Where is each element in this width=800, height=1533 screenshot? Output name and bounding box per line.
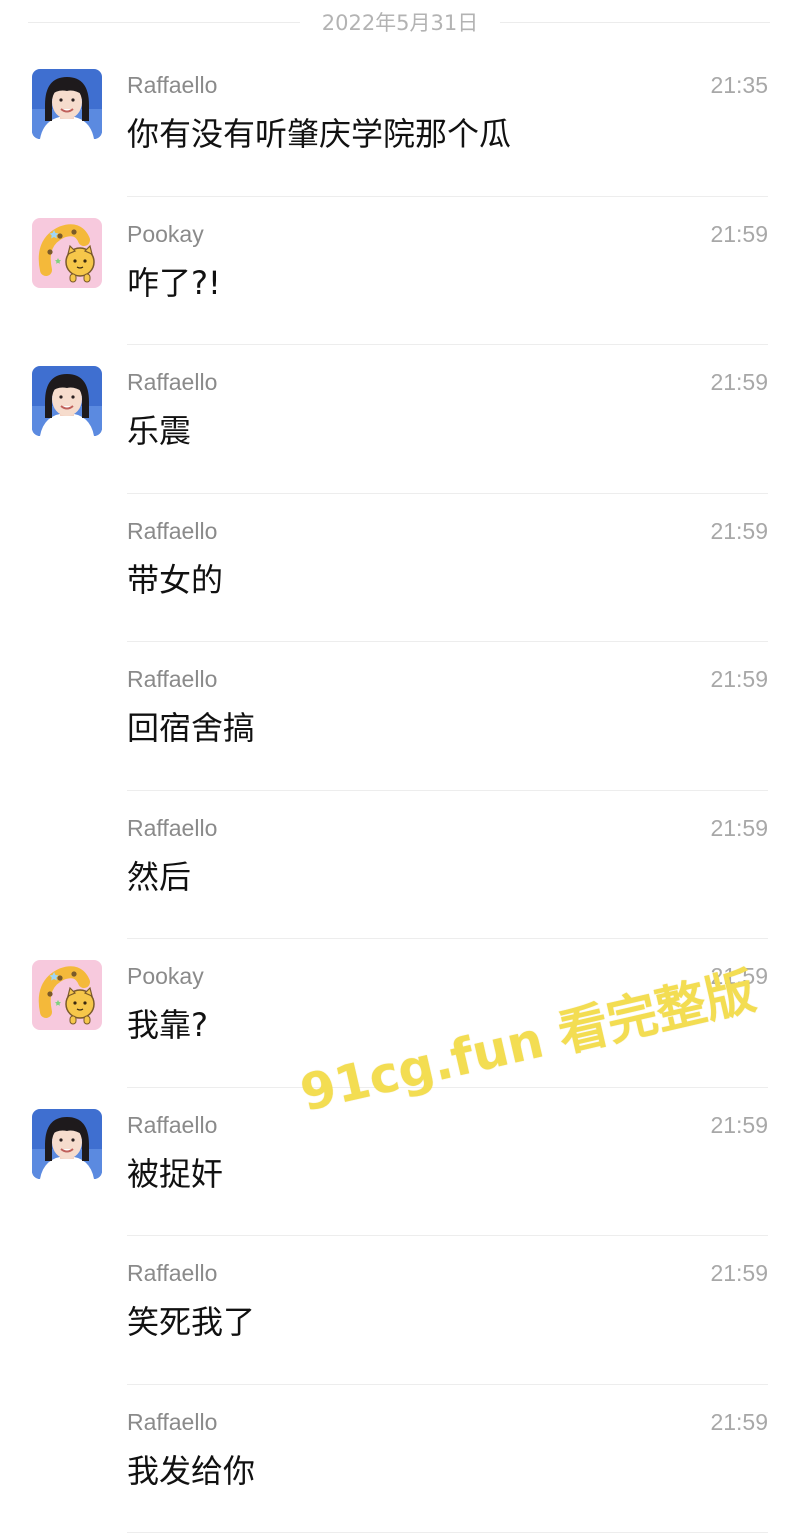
message-text: 回宿舍搞 [127, 706, 255, 750]
message-time: 21:59 [710, 961, 768, 991]
cat-avatar[interactable] [32, 218, 102, 288]
sender-name: Raffaello [127, 1110, 217, 1140]
message-row[interactable]: Raffaello 21:59 乐震 [0, 345, 800, 494]
message-time: 21:59 [710, 367, 768, 397]
girl-avatar[interactable] [32, 1109, 102, 1179]
message-text: 乐震 [127, 409, 191, 453]
message-time: 21:59 [710, 1407, 768, 1437]
message-row[interactable]: Raffaello 21:59 回宿舍搞 [0, 642, 800, 791]
sender-name: Raffaello [127, 813, 217, 843]
message-time: 21:59 [710, 813, 768, 843]
message-text: 带女的 [127, 558, 223, 602]
sender-name: Pookay [127, 219, 204, 249]
message-text: 咋了?! [127, 261, 221, 305]
sender-name: Raffaello [127, 664, 217, 694]
message-text: 被捉奸 [127, 1152, 223, 1196]
girl-avatar[interactable] [32, 366, 102, 436]
message-row[interactable]: Raffaello 21:59 我发给你 [0, 1385, 800, 1533]
message-row[interactable]: Raffaello 21:59 带女的 [0, 494, 800, 643]
date-label: 2022年5月31日 [0, 10, 800, 36]
sender-name: Raffaello [127, 516, 217, 546]
message-row[interactable]: Raffaello 21:59 然后 [0, 791, 800, 940]
sender-name: Pookay [127, 961, 204, 991]
message-time: 21:59 [710, 219, 768, 249]
sender-name: Raffaello [127, 367, 217, 397]
message-time: 21:59 [710, 516, 768, 546]
message-row[interactable]: Pookay 21:59 我靠? [0, 939, 800, 1088]
cat-avatar[interactable] [32, 960, 102, 1030]
message-time: 21:59 [710, 664, 768, 694]
message-row[interactable]: Raffaello 21:35 你有没有听肇庆学院那个瓜 [0, 48, 800, 197]
girl-avatar[interactable] [32, 69, 102, 139]
message-row[interactable]: Raffaello 21:59 笑死我了 [0, 1236, 800, 1385]
message-text: 笑死我了 [127, 1300, 255, 1344]
message-row[interactable]: Pookay 21:59 咋了?! [0, 197, 800, 346]
message-text: 你有没有听肇庆学院那个瓜 [127, 112, 511, 156]
message-time: 21:59 [710, 1258, 768, 1288]
message-text: 然后 [127, 855, 191, 899]
message-text: 我发给你 [127, 1449, 255, 1493]
message-time: 21:59 [710, 1110, 768, 1140]
date-separator: 2022年5月31日 [0, 0, 800, 46]
sender-name: Raffaello [127, 70, 217, 100]
message-time: 21:35 [710, 70, 768, 100]
message-row[interactable]: Raffaello 21:59 被捉奸 [0, 1088, 800, 1237]
message-list[interactable]: Raffaello 21:35 你有没有听肇庆学院那个瓜 Pookay 21:59 咋了… [0, 48, 800, 1533]
sender-name: Raffaello [127, 1407, 217, 1437]
sender-name: Raffaello [127, 1258, 217, 1288]
message-text: 我靠? [127, 1003, 208, 1047]
